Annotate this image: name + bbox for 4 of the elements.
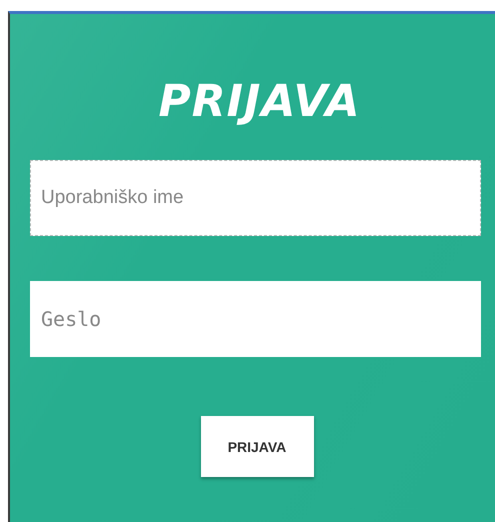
login-button[interactable]: PRIJAVA — [200, 416, 314, 477]
username-field[interactable]: Uporabniško ime — [30, 160, 481, 236]
password-field[interactable]: Geslo — [30, 281, 481, 357]
login-title: PRIJAVA — [158, 76, 361, 128]
